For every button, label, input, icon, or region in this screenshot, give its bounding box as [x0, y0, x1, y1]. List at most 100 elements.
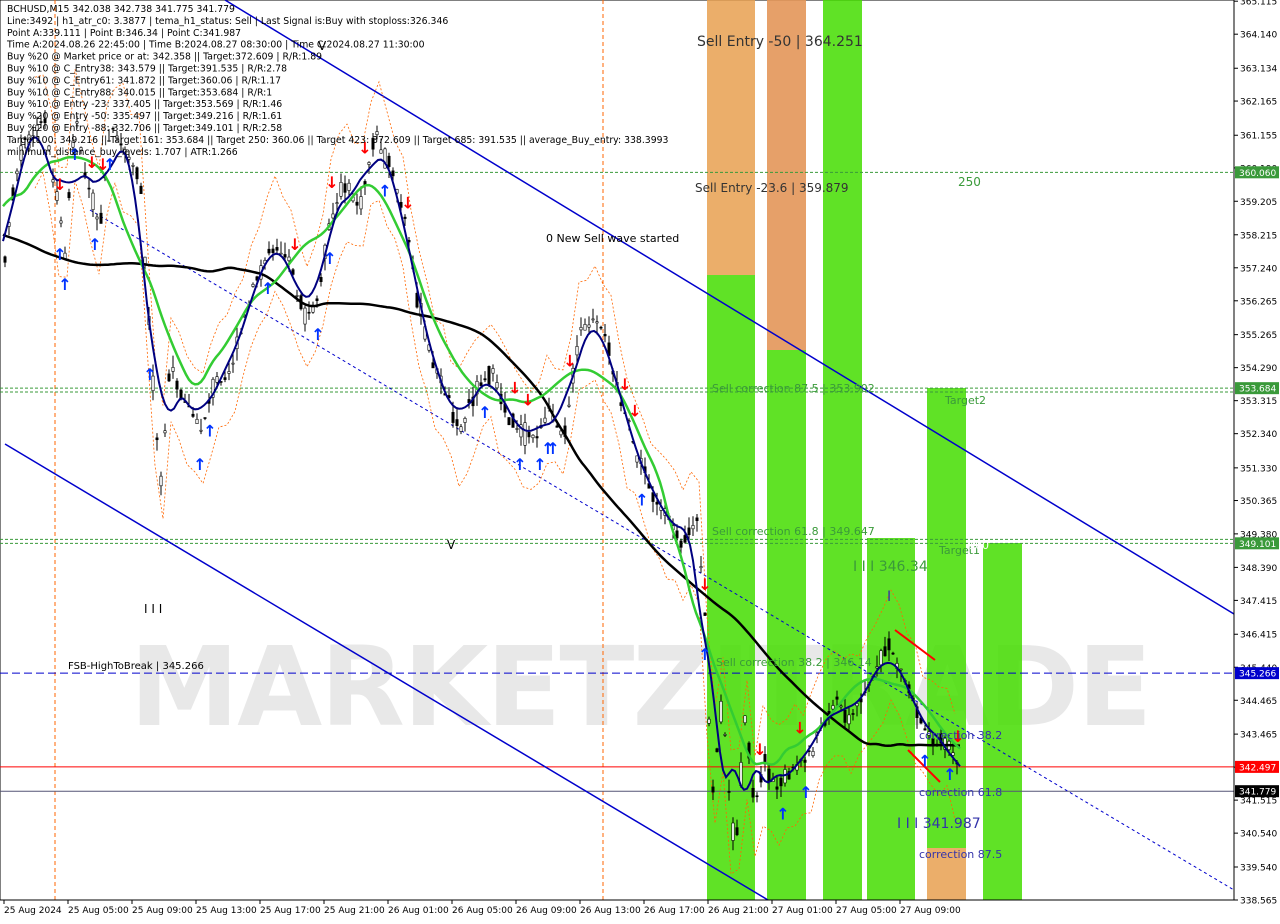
price-tick-label: 339.540 — [1240, 863, 1277, 873]
candle-body — [883, 646, 887, 657]
candle-body — [719, 700, 723, 723]
candle-body — [811, 751, 815, 756]
candle-body — [355, 201, 359, 206]
sell-signal-arrow-icon: ↓ — [698, 575, 711, 594]
price-tick-label: 358.215 — [1240, 231, 1277, 241]
candle-body — [679, 540, 683, 548]
candle-body — [951, 752, 955, 756]
candle-body — [831, 705, 835, 710]
candle-body — [343, 183, 347, 193]
chart-annotation: Sell correction 38.2 | 346.14 — [716, 656, 872, 669]
sell-signal-arrow-icon: ↓ — [628, 402, 641, 421]
buy-signal-arrow-icon: ↑ — [776, 804, 789, 823]
candle-body — [271, 248, 275, 253]
sell-signal-arrow-icon: ↓ — [401, 193, 414, 212]
price-tag-label: 345.266 — [1239, 670, 1276, 680]
price-axis: 365.115364.140363.134362.165361.155360.1… — [1233, 0, 1280, 920]
candle-body — [275, 247, 279, 251]
candle-body — [191, 413, 195, 417]
time-tick-label: 26 Aug 13:00 — [580, 906, 641, 916]
candle-body — [875, 666, 879, 669]
candle-body — [779, 777, 783, 787]
candle-body — [523, 422, 527, 446]
candle-body — [587, 324, 591, 328]
buy-signal-arrow-icon: ↑ — [193, 455, 206, 474]
candle-body — [731, 822, 735, 841]
candle-body — [567, 404, 571, 407]
time-tick-label: 26 Aug 09:00 — [516, 906, 577, 916]
sell-signal-arrow-icon: ↓ — [325, 173, 338, 192]
chart-annotation: V — [447, 538, 456, 552]
candle-body — [687, 527, 691, 536]
chart-annotation: 100 — [968, 539, 989, 552]
time-tick-label: 25 Aug 17:00 — [260, 906, 321, 916]
price-tick-label: 348.390 — [1240, 564, 1277, 574]
buy-signal-arrow-icon: ↑ — [203, 422, 216, 441]
candle-body — [131, 165, 135, 167]
candle-body — [283, 254, 287, 258]
time-axis: 25 Aug 2024 25 Aug 05:00 25 Aug 09:00 25 Au… — [0, 899, 1234, 916]
price-tick-label: 338.565 — [1240, 897, 1277, 907]
candle-body — [279, 252, 283, 255]
time-tick-label: 26 Aug 01:00 — [388, 906, 449, 916]
candle-body — [307, 311, 311, 314]
candle-body — [175, 380, 179, 390]
chart-annotation: Sell correction 87.5 | 353.902 — [712, 382, 875, 395]
candle-body — [675, 530, 679, 539]
time-tick-label: 25 Aug 05:00 — [68, 906, 129, 916]
time-tick-label: 26 Aug 05:00 — [452, 906, 513, 916]
candle-body — [495, 382, 499, 389]
price-tick-label: 356.265 — [1240, 297, 1277, 307]
buy-signal-arrow-icon: ↑ — [943, 765, 956, 784]
candle-body — [431, 362, 435, 369]
price-tick-label: 340.540 — [1240, 830, 1277, 840]
time-tick-label: 25 Aug 13:00 — [196, 906, 257, 916]
candle-body — [483, 378, 487, 381]
candle-body — [227, 371, 231, 374]
buy-signal-arrow-icon: ↑ — [378, 182, 391, 201]
sell-signal-arrow-icon: ↓ — [753, 740, 766, 759]
candle-body — [591, 318, 595, 321]
candle-body — [67, 192, 71, 199]
header-info-line: Point A:339.111 | Point B:346.34 | Point… — [7, 28, 241, 39]
candle-body — [775, 786, 779, 790]
time-tick-label: 27 Aug 05:00 — [836, 906, 897, 916]
candle-body — [703, 612, 707, 616]
header-info-line: Buy %20 @ Entry -88: 332.706 || Target:3… — [7, 123, 282, 134]
buy-signal-arrow-icon: ↑ — [311, 325, 324, 344]
price-tag-label: 349.101 — [1239, 540, 1276, 550]
price-tag-label: 360.060 — [1239, 169, 1276, 179]
chart-annotation: I I I — [144, 602, 162, 616]
candle-body — [455, 419, 459, 426]
candle-body — [599, 326, 603, 329]
candle-body — [15, 170, 19, 175]
time-tick-label: 26 Aug 21:00 — [708, 906, 769, 916]
candle-body — [459, 426, 463, 432]
candle-body — [603, 334, 607, 337]
buy-signal-arrow-icon: ↑ — [88, 235, 101, 254]
candle-body — [347, 182, 351, 191]
price-tick-label: 363.134 — [1240, 65, 1277, 75]
candle-body — [87, 187, 91, 190]
candle-body — [507, 417, 511, 426]
candle-body — [847, 714, 851, 725]
chart-annotation: FSB-HighToBreak | 345.266 — [68, 661, 204, 672]
candle-body — [223, 377, 227, 380]
time-tick-label: 26 Aug 17:00 — [644, 906, 705, 916]
candle-body — [727, 791, 731, 793]
candle-body — [887, 638, 891, 651]
price-tick-label: 354.290 — [1240, 364, 1277, 374]
candle-body — [267, 248, 271, 254]
header-info-line: Buy %10 @ C_Entry38: 343.579 || Target:3… — [7, 64, 287, 75]
candle-body — [451, 412, 455, 423]
candle-body — [899, 668, 903, 671]
price-tick-label: 353.315 — [1240, 397, 1277, 407]
sell-signal-arrow-icon: ↓ — [618, 375, 631, 394]
sell-signal-arrow-icon: ↓ — [288, 235, 301, 254]
candle-body — [199, 429, 203, 432]
buy-signal-arrow-icon: ↑ — [635, 490, 648, 509]
chart-annotation: Sell correction 61.8 | 349.647 — [712, 525, 875, 538]
chart-annotation: 0 New Sell wave started — [546, 232, 679, 245]
buy-zone-band — [823, 0, 862, 900]
candle-body — [655, 501, 659, 505]
